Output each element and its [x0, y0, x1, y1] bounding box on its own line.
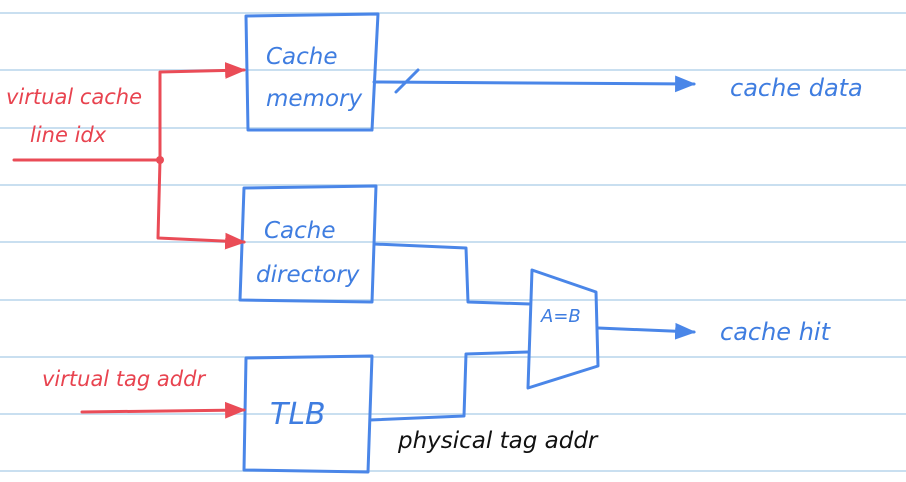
tag-addr-label: virtual tag addr	[42, 367, 206, 391]
directory-to-comparator-wire	[372, 242, 532, 306]
cache-data-wire	[372, 75, 697, 93]
line-idx-to-memory-wire	[158, 62, 247, 162]
cache-data-label: cache data	[730, 74, 863, 102]
tlb-to-comparator-wire	[368, 350, 530, 422]
physical-tag-addr-label: physical tag addr	[397, 428, 599, 454]
line-idx-label-line2: line idx	[30, 123, 107, 147]
cache-memory-block	[244, 12, 380, 132]
tag-input-wire	[80, 401, 247, 419]
tlb-label: TLB	[270, 397, 326, 432]
diagram-svg: Cache memory Cache directory TLB A=B vir…	[0, 12, 906, 474]
cache-lookup-diagram: Cache memory Cache directory TLB A=B vir…	[0, 0, 906, 482]
cache-memory-label-line1: Cache	[266, 44, 338, 70]
comparator-label: A=B	[540, 306, 581, 327]
comparator-block	[526, 268, 600, 390]
cache-hit-label: cache hit	[720, 318, 832, 346]
line-idx-to-directory-wire	[156, 158, 247, 250]
cache-directory-label-line1: Cache	[264, 218, 336, 244]
cache-memory-label-line2: memory	[266, 86, 362, 112]
cache-directory-label-line2: directory	[256, 262, 360, 288]
junction-dot	[156, 156, 164, 164]
cache-hit-wire	[596, 322, 697, 340]
line-idx-label-line1: virtual cache	[6, 85, 142, 109]
